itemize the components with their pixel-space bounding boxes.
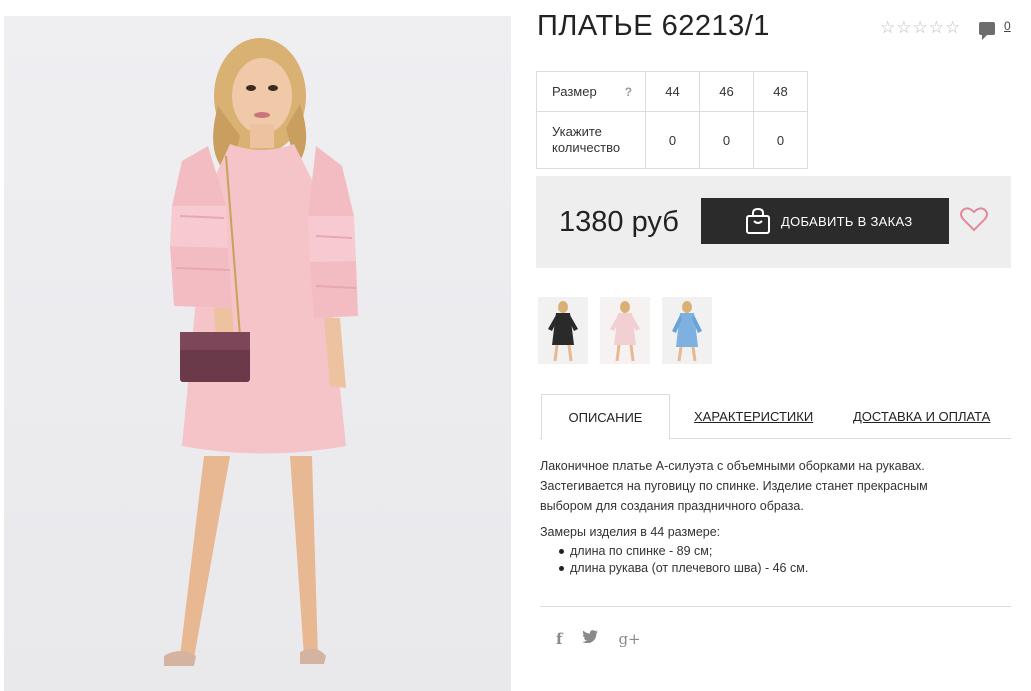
- size-46[interactable]: 46: [699, 71, 754, 112]
- comment-bubble-icon: [979, 22, 995, 40]
- thumbnail-blue-dress[interactable]: [662, 297, 712, 364]
- add-to-order-button[interactable]: ДОБАВИТЬ В ЗАКАЗ: [701, 198, 949, 244]
- black-dress-image: [548, 301, 578, 362]
- quantity-label: Укажите количество: [536, 111, 646, 169]
- size-label-cell: Размер?: [536, 71, 646, 112]
- quantity-input-46[interactable]: 0: [699, 111, 754, 169]
- measurements-block: Замеры изделия в 44 размере: длина по сп…: [540, 525, 808, 577]
- facebook-icon[interactable]: f: [556, 630, 562, 648]
- product-photo[interactable]: [4, 16, 511, 691]
- buy-box: 1380 руб ДОБАВИТЬ В ЗАКАЗ: [536, 176, 1011, 268]
- product-description: Лаконичное платье А-силуэта с объемными …: [540, 459, 928, 513]
- quantity-input-44[interactable]: 0: [645, 111, 700, 169]
- shopping-bag-icon: [746, 207, 770, 234]
- quantity-input-48[interactable]: 0: [753, 111, 808, 169]
- measurements-title: Замеры изделия в 44 размере:: [540, 525, 721, 539]
- size-48[interactable]: 48: [753, 71, 808, 112]
- twitter-bird-shape: [582, 630, 599, 644]
- pink-dress-image: [600, 297, 650, 364]
- twitter-icon[interactable]: [582, 630, 599, 648]
- size-label: Размер: [552, 83, 597, 99]
- star-icon[interactable]: ☆: [945, 19, 960, 36]
- social-share: f g+: [556, 630, 641, 648]
- add-to-order-label: ДОБАВИТЬ В ЗАКАЗ: [781, 213, 913, 229]
- product-tabs: ОПИСАНИЕ ХАРАКТЕРИСТИКИ ДОСТАВКА И ОПЛАТ…: [540, 394, 1011, 440]
- model-in-pink-dress-image: [164, 38, 358, 666]
- measurements-list: длина по спинке - 89 см; длина рукава (о…: [540, 543, 808, 577]
- star-icon[interactable]: ☆: [896, 19, 911, 36]
- size-help-icon[interactable]: ?: [625, 85, 632, 99]
- divider: [540, 606, 1011, 607]
- google-plus-icon[interactable]: g+: [618, 630, 640, 648]
- heart-icon[interactable]: [960, 206, 988, 232]
- blue-dress-image: [672, 301, 702, 362]
- size-quantity-table: Размер? 44 46 48 Укажите количество 0 0 …: [536, 71, 808, 169]
- comment-count[interactable]: 0: [1004, 19, 1011, 33]
- star-rating[interactable]: ☆ ☆ ☆ ☆ ☆: [880, 19, 960, 36]
- star-icon[interactable]: ☆: [880, 19, 895, 36]
- tab-characteristics[interactable]: ХАРАКТЕРИСТИКИ: [694, 394, 813, 439]
- thumbnail-black-dress[interactable]: [538, 297, 588, 364]
- star-icon[interactable]: ☆: [913, 19, 928, 36]
- product-title: ПЛАТЬЕ 62213/1: [537, 10, 770, 42]
- size-44[interactable]: 44: [645, 71, 700, 112]
- thumbnail-pink-dress[interactable]: [600, 297, 650, 364]
- star-icon[interactable]: ☆: [929, 19, 944, 36]
- comments-link[interactable]: 0: [979, 19, 1011, 40]
- list-item: длина по спинке - 89 см;: [540, 543, 808, 560]
- tab-description[interactable]: ОПИСАНИЕ: [541, 394, 670, 440]
- color-thumbnails: [538, 297, 712, 364]
- price: 1380 руб: [559, 206, 679, 238]
- tab-delivery-payment[interactable]: ДОСТАВКА И ОПЛАТА: [853, 394, 990, 439]
- list-item: длина рукава (от плечевого шва) - 46 см.: [540, 560, 808, 577]
